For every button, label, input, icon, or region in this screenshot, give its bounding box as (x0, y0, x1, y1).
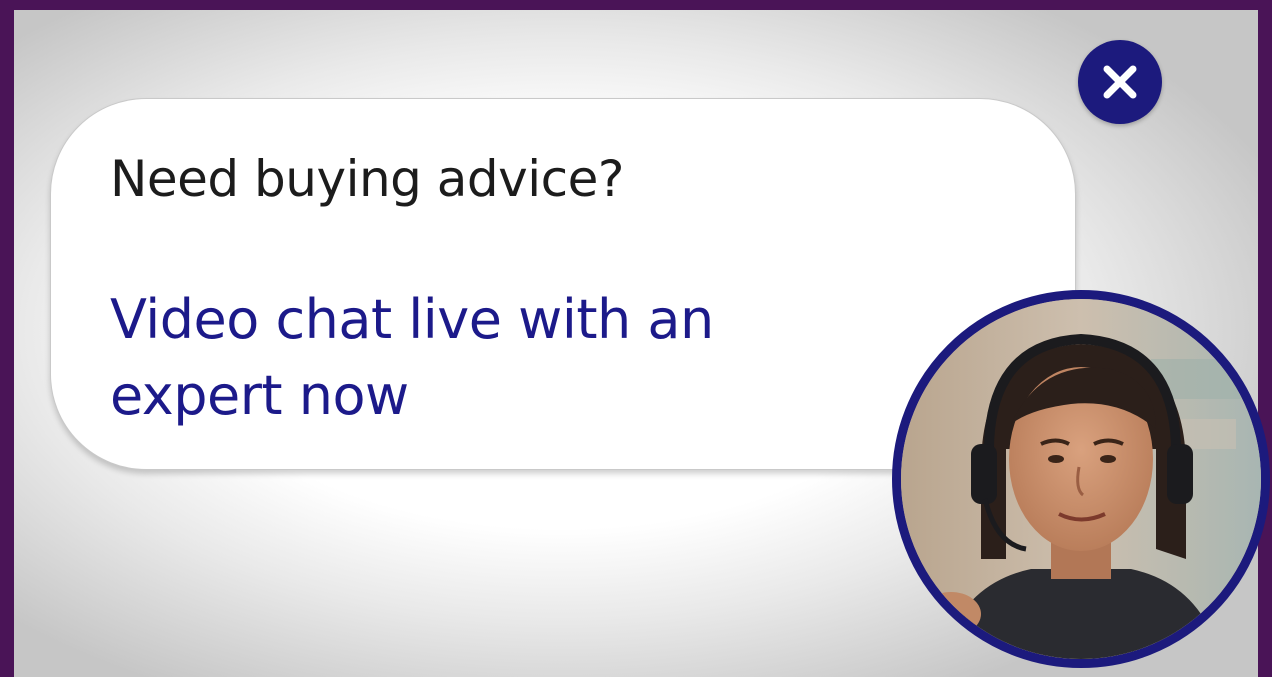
close-button[interactable] (1078, 40, 1162, 124)
video-chat-link[interactable]: Video chat live with an expert now (110, 282, 870, 434)
chat-headline: Need buying advice? (110, 150, 624, 208)
close-icon (1103, 65, 1137, 99)
expert-avatar[interactable] (892, 290, 1270, 668)
expert-avatar-image (901, 299, 1261, 659)
